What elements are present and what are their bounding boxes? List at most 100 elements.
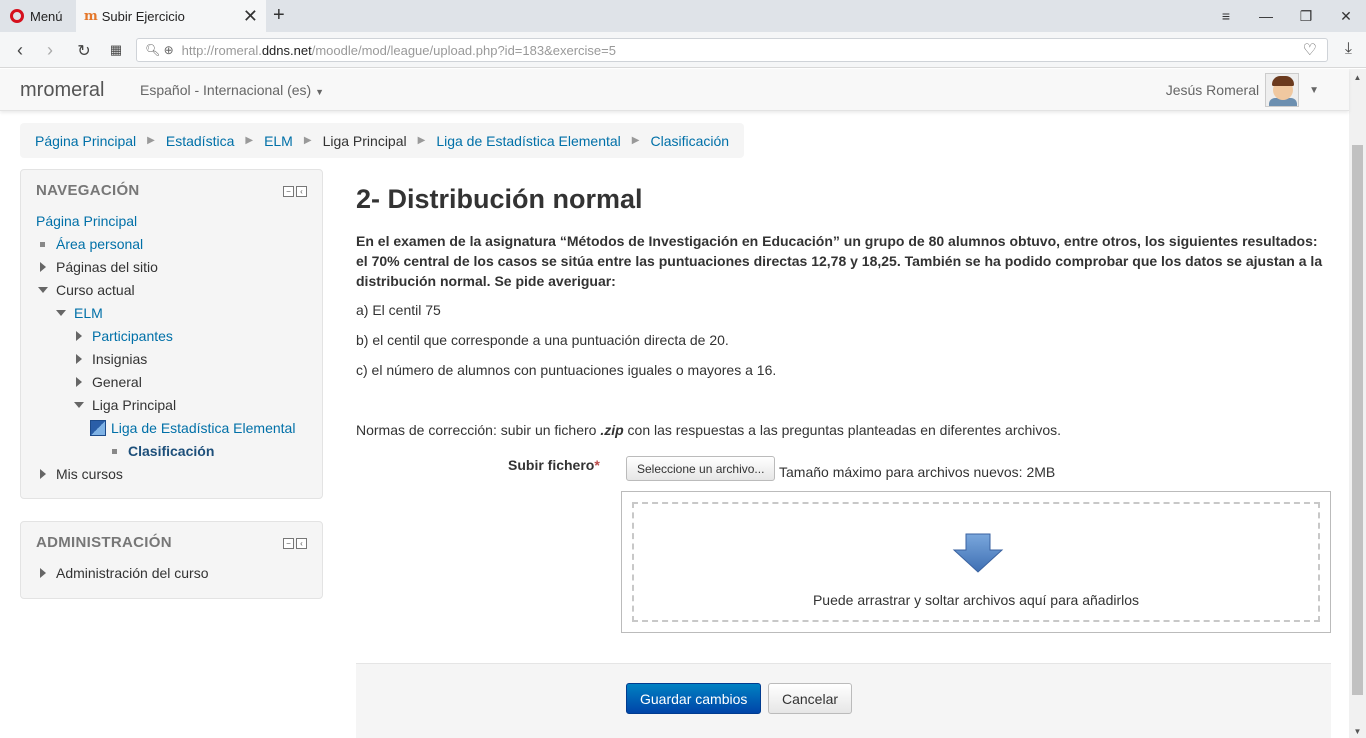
required-icon: * — [594, 457, 600, 473]
reload-icon[interactable]: ↻ — [74, 41, 94, 61]
nav-mis-cursos[interactable]: Mis cursos — [40, 466, 123, 482]
forward-icon[interactable]: › — [40, 40, 60, 61]
nav-area-personal[interactable]: Área personal — [37, 236, 143, 252]
nav-liga-estadistica[interactable]: Liga de Estadística Elemental — [90, 420, 295, 436]
league-icon — [90, 420, 106, 436]
caret-down-icon: ▼ — [315, 87, 325, 97]
rules-text-start: Normas de corrección: subir un fichero — [356, 422, 601, 438]
collapse-icon[interactable]: − — [283, 186, 294, 197]
collapse-arrow-icon — [56, 310, 66, 316]
breadcrumb-clasificacion[interactable]: Clasificación — [650, 133, 729, 149]
site-info-icon[interactable]: 🔍︎ ⊕ — [145, 43, 174, 57]
scroll-up-icon[interactable]: ▲ — [1349, 73, 1366, 82]
nav-paginas-sitio[interactable]: Páginas del sitio — [40, 259, 158, 275]
nav-area-personal-label[interactable]: Área personal — [56, 236, 143, 252]
breadcrumb-home[interactable]: Página Principal — [35, 133, 136, 149]
back-icon[interactable]: ‹ — [10, 40, 30, 61]
administration-block: ADMINISTRACIÓN − ‹ Administración del cu… — [20, 521, 323, 599]
nav-liga-principal[interactable]: Liga Principal — [74, 397, 176, 413]
browser-tab-active[interactable]: m Subir Ejercicio ✕ — [76, 0, 266, 32]
url-field[interactable]: 🔍︎ ⊕ http://romeral. ddns.net/moodle/mod/… — [136, 38, 1328, 62]
breadcrumb-separator-icon: ▶ — [417, 135, 426, 146]
administration-title: ADMINISTRACIÓN — [36, 534, 172, 551]
nav-insignias[interactable]: Insignias — [76, 351, 147, 367]
navigation-block: NAVEGACIÓN − ‹ Página Principal Área per… — [20, 169, 323, 499]
page-title: 2- Distribución normal — [356, 184, 643, 214]
download-icon[interactable]: ⤓ — [1345, 40, 1352, 58]
language-label: Español - Internacional (es) — [140, 82, 312, 98]
rules-zip: .zip — [600, 422, 624, 438]
question-c: c) el número de alumnos con puntuaciones… — [356, 362, 777, 378]
question-b: b) el centil que corresponde a una puntu… — [356, 332, 729, 348]
url-prefix: http://romeral. — [181, 42, 262, 58]
breadcrumb-separator-icon: ▶ — [245, 135, 254, 146]
opera-menu-label: Menú — [30, 8, 63, 24]
moodle-favicon-icon: m — [84, 8, 98, 24]
nav-elm[interactable]: ELM — [56, 305, 103, 321]
dock-icon[interactable]: ‹ — [296, 538, 307, 549]
collapse-arrow-icon — [38, 287, 48, 293]
nav-curso-actual-label: Curso actual — [56, 282, 135, 298]
nav-clasificacion[interactable]: Clasificación — [109, 443, 214, 459]
drop-area[interactable]: Puede arrastrar y soltar archivos aquí p… — [632, 502, 1320, 622]
user-menu[interactable]: Jesús Romeral ▼ — [1166, 73, 1319, 107]
language-menu[interactable]: Español - Internacional (es) ▼ — [140, 82, 324, 98]
save-button[interactable]: Guardar cambios — [626, 683, 762, 714]
correction-rules: Normas de corrección: subir un fichero .… — [356, 422, 1061, 438]
browser-tab-bar: Menú m Subir Ejercicio ✕ + ≡ — ❐ ✕ — [0, 0, 1366, 32]
scroll-thumb[interactable] — [1352, 145, 1363, 695]
dock-icon[interactable]: ‹ — [296, 186, 307, 197]
nav-participantes-label[interactable]: Participantes — [92, 328, 173, 344]
moodle-navbar: mromeral Español - Internacional (es) ▼ … — [0, 69, 1349, 111]
nav-admin-curso-label: Administración del curso — [56, 565, 209, 581]
tab-title: Subir Ejercicio — [101, 8, 185, 24]
nav-paginas-sitio-label: Páginas del sitio — [56, 259, 158, 275]
collapse-icon[interactable]: − — [283, 538, 294, 549]
nav-participantes[interactable]: Participantes — [76, 328, 173, 344]
breadcrumb-liga-estadistica[interactable]: Liga de Estadística Elemental — [436, 133, 620, 149]
opera-logo-icon — [10, 9, 24, 23]
nav-general[interactable]: General — [76, 374, 142, 390]
speed-dial-icon[interactable]: ▦ — [106, 42, 126, 58]
url-host: ddns.net — [261, 42, 312, 58]
exercise-intro: En el examen de la asignatura “Métodos d… — [356, 233, 1323, 289]
upload-label-text: Subir fichero — [508, 457, 595, 473]
expand-arrow-icon — [40, 469, 46, 479]
breadcrumb-separator-icon: ▶ — [147, 135, 155, 146]
nav-home-label[interactable]: Página Principal — [36, 213, 137, 229]
breadcrumb-estadistica[interactable]: Estadística — [166, 133, 234, 149]
tab-menu-icon[interactable]: ≡ — [1206, 0, 1246, 32]
nav-clasificacion-label[interactable]: Clasificación — [128, 443, 214, 459]
site-brand[interactable]: mromeral — [20, 79, 104, 102]
navigation-title: NAVEGACIÓN — [36, 182, 140, 199]
expand-arrow-icon — [40, 262, 46, 272]
page-scrollbar[interactable]: ▲ ▼ — [1349, 69, 1366, 738]
choose-file-button[interactable]: Seleccione un archivo... — [626, 456, 776, 481]
address-bar: ‹ › ↻ ▦ 🔍︎ ⊕ http://romeral. ddns.net/moo… — [0, 32, 1366, 68]
collapse-arrow-icon — [74, 402, 84, 408]
nav-liga-principal-label: Liga Principal — [92, 397, 177, 413]
nav-insignias-label: Insignias — [92, 351, 148, 367]
nav-elm-label[interactable]: ELM — [74, 305, 103, 321]
file-drop-zone[interactable]: Puede arrastrar y soltar archivos aquí p… — [621, 491, 1331, 633]
breadcrumb-separator-icon: ▶ — [303, 135, 312, 146]
minimize-icon[interactable]: — — [1246, 0, 1286, 32]
bullet-icon — [40, 241, 45, 247]
nav-mis-cursos-label: Mis cursos — [56, 466, 123, 482]
opera-menu-button[interactable]: Menú — [0, 0, 75, 32]
breadcrumb: Página Principal ▶ Estadística ▶ ELM ▶ L… — [20, 123, 745, 158]
close-tab-icon[interactable]: ✕ — [243, 6, 258, 27]
breadcrumb-elm[interactable]: ELM — [264, 133, 293, 149]
bookmark-heart-icon[interactable]: ♡ — [1303, 40, 1317, 60]
close-window-icon[interactable]: ✕ — [1326, 0, 1366, 32]
nav-admin-curso[interactable]: Administración del curso — [40, 565, 209, 581]
scroll-down-icon[interactable]: ▼ — [1349, 727, 1366, 736]
nav-home[interactable]: Página Principal — [36, 213, 137, 229]
restore-icon[interactable]: ❐ — [1286, 0, 1326, 32]
breadcrumb-separator-icon: ▶ — [631, 135, 640, 146]
new-tab-icon[interactable]: + — [273, 4, 285, 27]
nav-liga-estadistica-label[interactable]: Liga de Estadística Elemental — [111, 420, 295, 436]
rules-text-end: con las respuestas a las preguntas plant… — [623, 422, 1062, 438]
nav-curso-actual[interactable]: Curso actual — [38, 282, 135, 298]
cancel-button[interactable]: Cancelar — [768, 683, 853, 714]
